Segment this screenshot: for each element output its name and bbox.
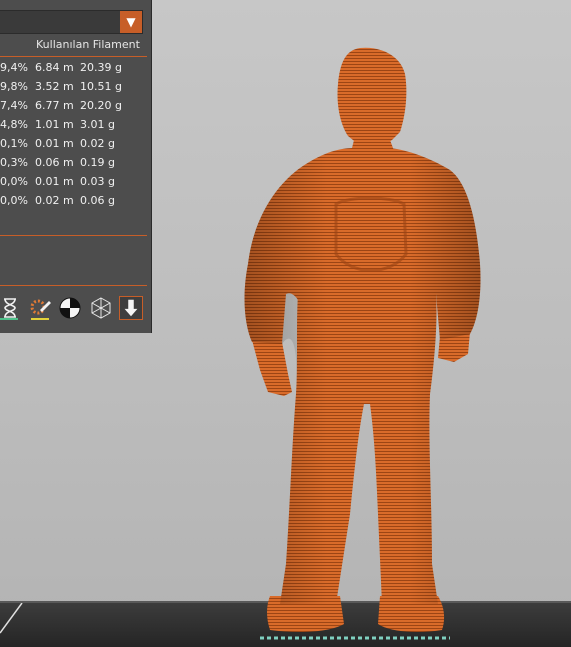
row-weight: 20.20 g <box>80 99 122 112</box>
table-row: 9,8% 3.52 m 10.51 g <box>0 78 151 96</box>
table-row: 0,1% 0.01 m 0.02 g <box>0 135 151 153</box>
row-length: 6.84 m <box>35 61 74 74</box>
table-row: 4,8% 1.01 m 3.01 g <box>0 116 151 134</box>
row-weight: 0.03 g <box>80 175 115 188</box>
row-percent: 0,3% <box>0 156 28 169</box>
figure-body <box>244 47 481 632</box>
toolbar-divider <box>0 285 147 286</box>
used-filament-header: Kullanılan Filament <box>36 38 140 51</box>
row-weight: 3.01 g <box>80 118 115 131</box>
color-balance-icon[interactable] <box>58 296 82 320</box>
row-percent: 9,8% <box>0 80 28 93</box>
row-weight: 20.39 g <box>80 61 122 74</box>
row-percent: 27,4% <box>0 99 28 112</box>
row-percent: 0,0% <box>0 175 28 188</box>
row-weight: 10.51 g <box>80 80 122 93</box>
row-percent: 0,0% <box>0 194 28 207</box>
legend-panel: ▼ Kullanılan Filament 29,4% 6.84 m 20.39… <box>0 0 151 333</box>
triangle-down-icon[interactable]: ▼ <box>120 11 142 33</box>
row-length: 0.02 m <box>35 194 74 207</box>
row-weight: 0.06 g <box>80 194 115 207</box>
wireframe-cube-icon[interactable] <box>89 296 113 320</box>
row-weight: 0.02 g <box>80 137 115 150</box>
table-row: 29,4% 6.84 m 20.39 g <box>0 59 151 77</box>
table-row: 0,0% 0.01 m 0.03 g <box>0 173 151 191</box>
table-row: 0,0% 0.02 m 0.06 g <box>0 192 151 210</box>
build-plate-corner-line <box>0 603 23 634</box>
row-length: 3.52 m <box>35 80 74 93</box>
header-divider <box>0 56 147 57</box>
table-row: 0,3% 0.06 m 0.19 g <box>0 154 151 172</box>
row-length: 0.06 m <box>35 156 74 169</box>
row-percent: 4,8% <box>0 118 28 131</box>
row-length: 0.01 m <box>35 137 74 150</box>
row-length: 6.77 m <box>35 99 74 112</box>
row-length: 1.01 m <box>35 118 74 131</box>
hourglass-icon[interactable] <box>0 296 22 320</box>
table-row: 27,4% 6.77 m 20.20 g <box>0 97 151 115</box>
row-percent: 29,4% <box>0 61 28 74</box>
row-length: 0.01 m <box>35 175 74 188</box>
paint-brush-icon[interactable] <box>28 296 52 320</box>
section-divider <box>0 235 147 236</box>
row-weight: 0.19 g <box>80 156 115 169</box>
view-type-dropdown[interactable]: ▼ <box>0 10 143 34</box>
sliced-model-figure[interactable] <box>240 44 490 644</box>
download-arrow-icon[interactable] <box>119 296 143 320</box>
row-percent: 0,1% <box>0 137 28 150</box>
